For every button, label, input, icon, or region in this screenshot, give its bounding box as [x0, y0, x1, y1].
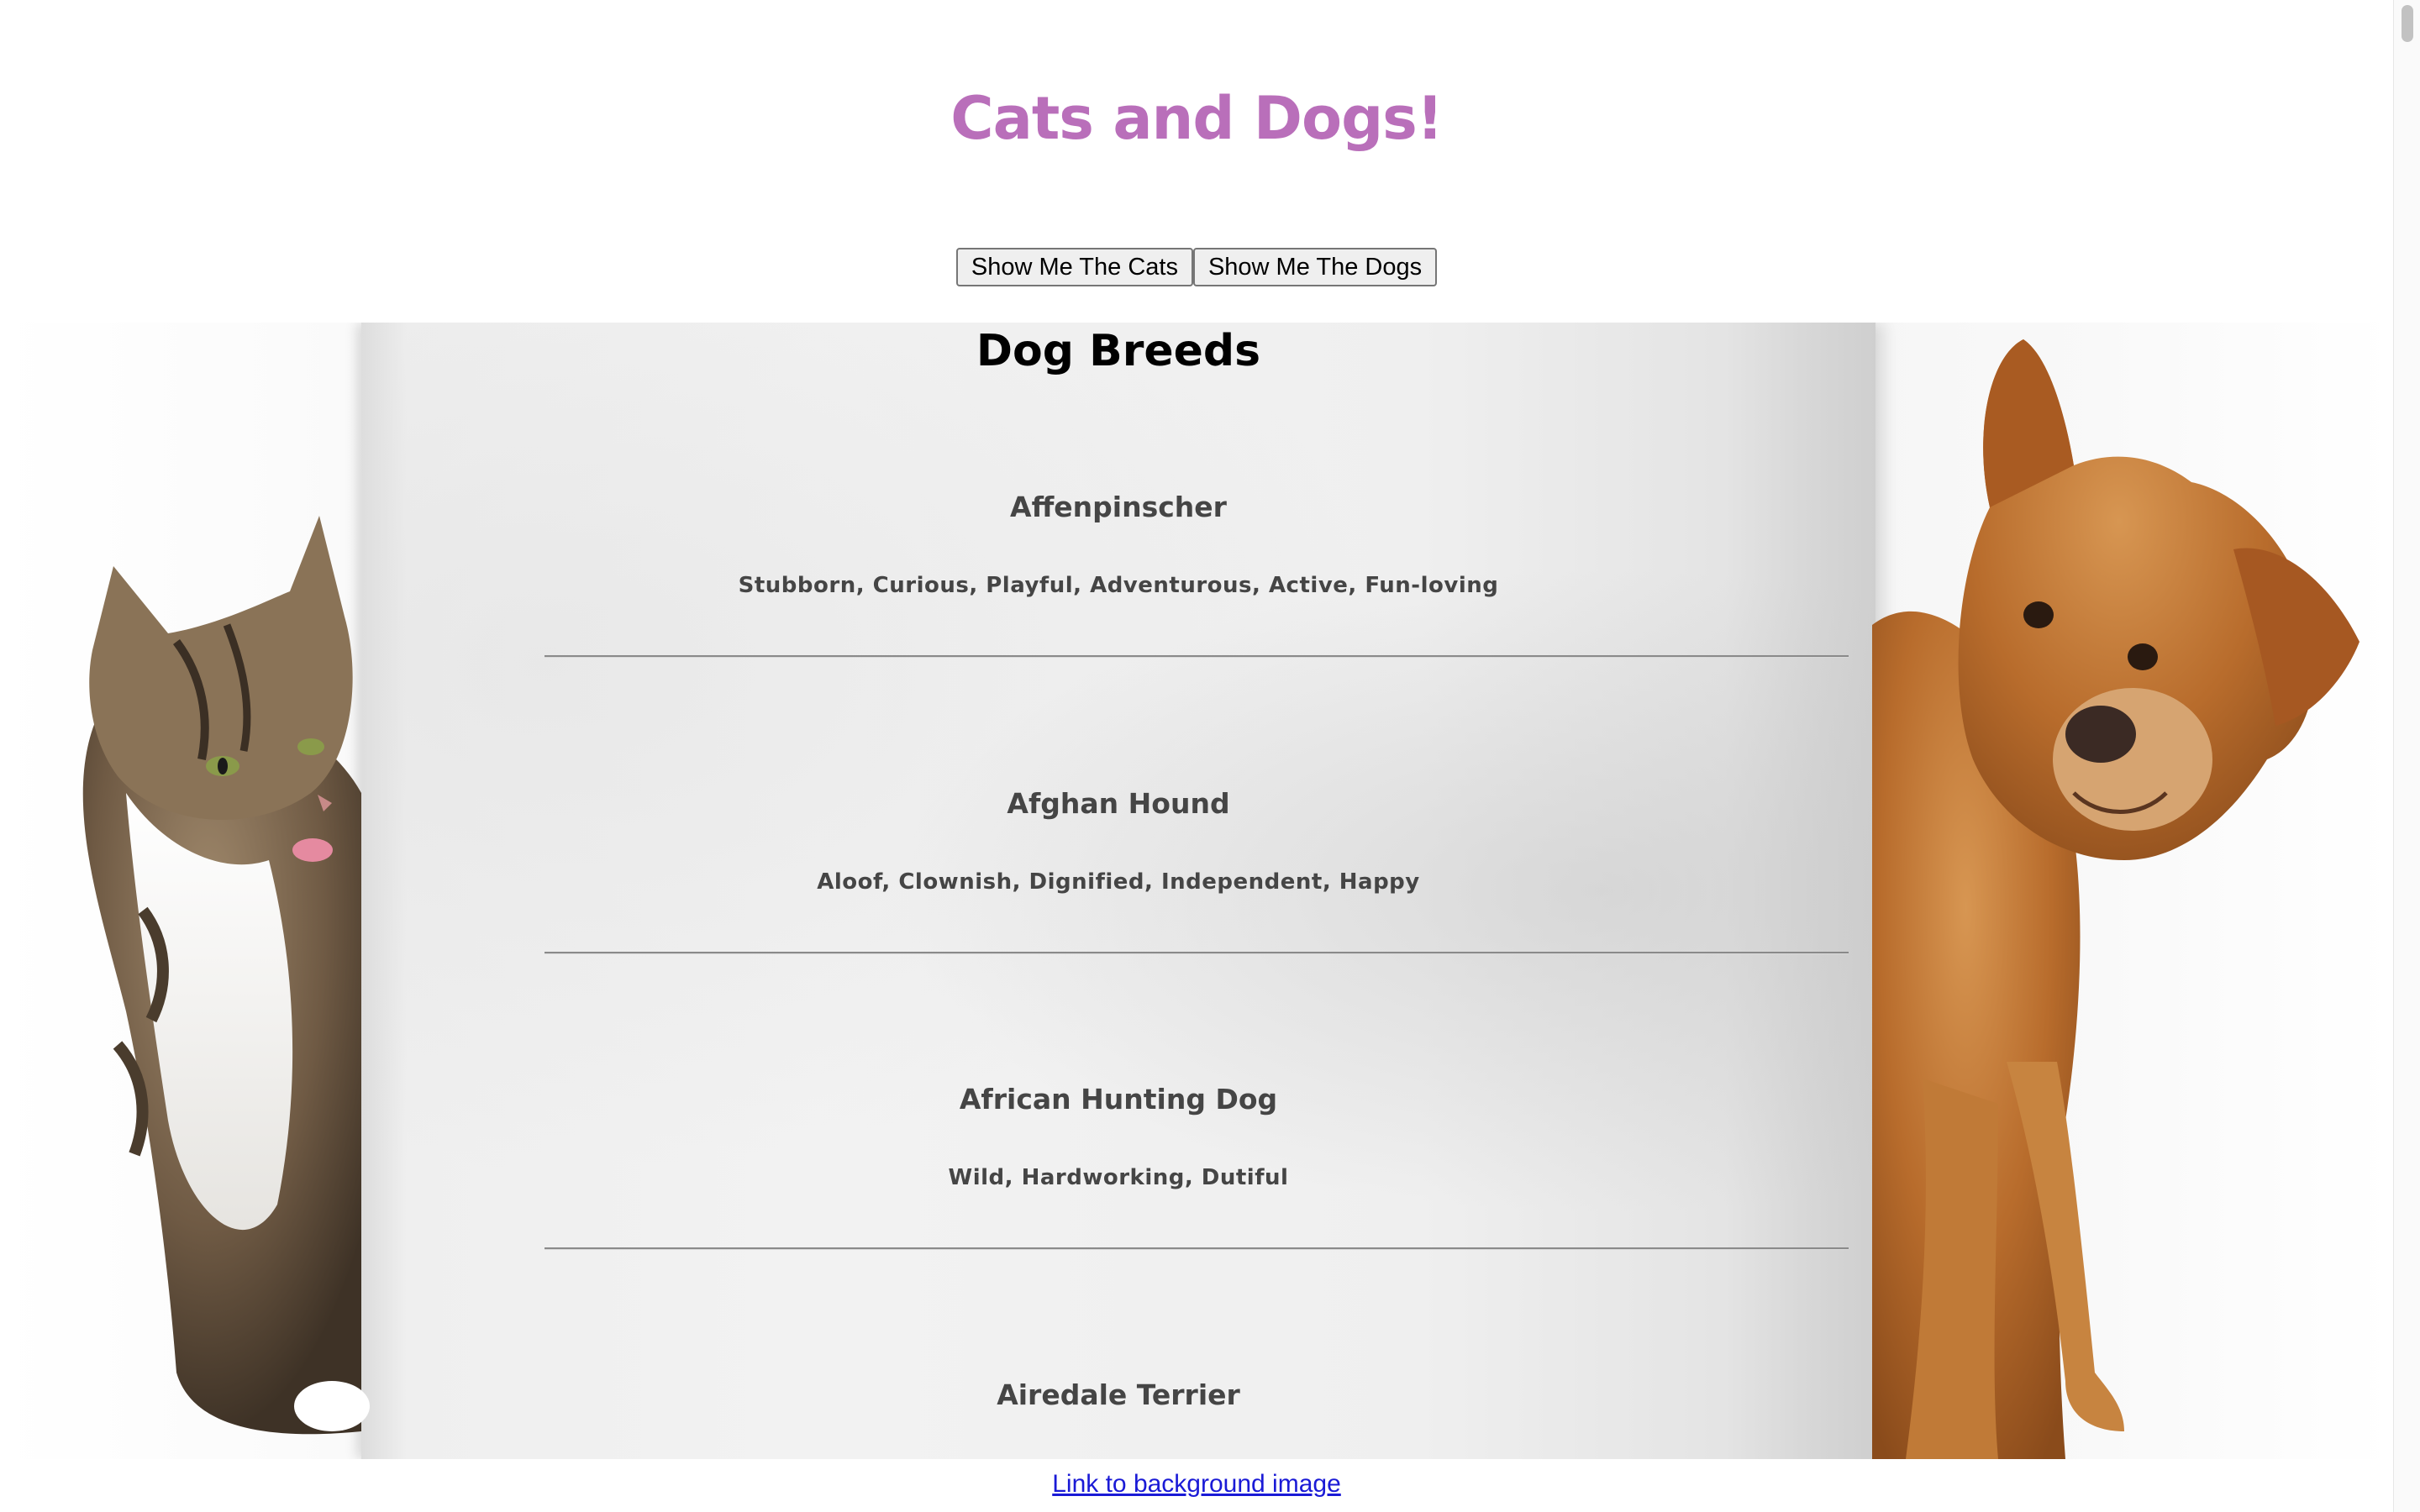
divider	[544, 952, 1849, 954]
breed-name: African Hunting Dog	[959, 1083, 1278, 1116]
footer: Link to background image	[0, 1459, 2393, 1512]
breed-list-section: Dog Breeds Affenpinscher Stubborn, Curio…	[361, 323, 1876, 1459]
list-item: Affenpinscher Stubborn, Curious, Playful…	[361, 491, 1876, 598]
breed-traits: Wild, Hardworking, Dutiful	[948, 1165, 1289, 1190]
cat-image	[82, 516, 370, 1435]
page: Cats and Dogs! Show Me The Cats Show Me T…	[0, 0, 2393, 1512]
breed-traits: Aloof, Clownish, Dignified, Independent,…	[817, 869, 1420, 895]
breed-name: Afghan Hound	[1007, 787, 1230, 820]
vertical-scrollbar[interactable]	[2393, 0, 2420, 1512]
page-title: Cats and Dogs!	[950, 84, 1444, 153]
breed-traits: Stubborn, Curious, Playful, Adventurous,…	[738, 573, 1499, 598]
show-dogs-button[interactable]: Show Me The Dogs	[1192, 248, 1438, 286]
list-item: Airedale Terrier	[361, 1378, 1876, 1461]
scrollbar-thumb[interactable]	[2402, 5, 2413, 42]
show-cats-button[interactable]: Show Me The Cats	[955, 248, 1193, 286]
divider	[544, 1247, 1849, 1250]
breed-name: Airedale Terrier	[997, 1378, 1240, 1411]
section-title: Dog Breeds	[976, 326, 1261, 376]
background-image-link[interactable]: Link to background image	[1052, 1470, 1341, 1499]
list-item: Afghan Hound Aloof, Clownish, Dignified,…	[361, 787, 1876, 895]
breed-name: Affenpinscher	[1010, 491, 1227, 523]
dog-image	[1872, 339, 2360, 1459]
toggle-buttons: Show Me The Cats Show Me The Dogs	[0, 248, 2393, 286]
divider	[544, 655, 1849, 658]
list-item: African Hunting Dog Wild, Hardworking, D…	[361, 1083, 1876, 1190]
